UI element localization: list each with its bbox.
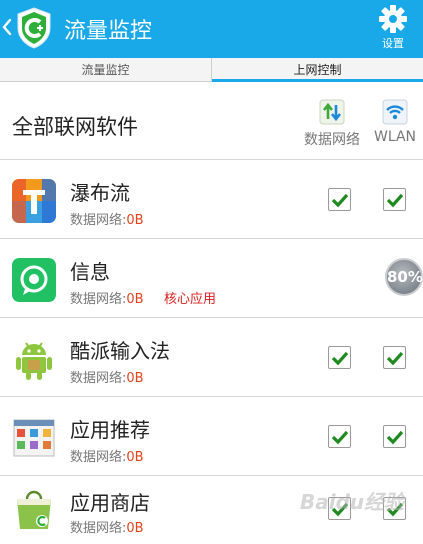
app-recommend-icon xyxy=(12,416,56,460)
app-usage: 数据网络:0B xyxy=(70,292,144,307)
checkmark-icon xyxy=(331,193,349,208)
mobile-data-icon xyxy=(319,99,345,125)
list-header-title: 全部联网软件 xyxy=(12,115,138,139)
app-name: 应用商店 xyxy=(70,491,150,515)
app-name: 信息 xyxy=(70,260,110,284)
checkmark-icon xyxy=(331,430,349,445)
core-app-tag: 核心应用 xyxy=(164,292,217,307)
wifi-icon xyxy=(382,99,408,125)
app-name: 酷派输入法 xyxy=(70,339,170,363)
app-row: 应用推荐 数据网络:0B xyxy=(0,398,423,476)
percentage-badge: 80% xyxy=(385,258,423,296)
wlan-column-header: WLAN xyxy=(363,99,423,145)
mobile-data-label: 数据网络 xyxy=(304,132,360,148)
app-row: 瀑布流 数据网络:0B xyxy=(0,161,423,239)
mobile-data-column-header: 数据网络 xyxy=(300,99,364,149)
app-row: 信息 数据网络:0B 核心应用 80% xyxy=(0,240,423,318)
android-app-icon xyxy=(12,337,56,381)
wlan-checkbox[interactable] xyxy=(383,425,406,448)
security-shield-logo-icon xyxy=(14,6,54,50)
mobile-data-checkbox[interactable] xyxy=(328,346,351,369)
app-row: 酷派输入法 数据网络:0B xyxy=(0,319,423,397)
tab-network-control[interactable]: 上网控制 xyxy=(211,58,423,82)
app-store-icon xyxy=(12,487,56,531)
tab-traffic-monitor[interactable]: 流量监控 xyxy=(0,58,211,81)
page-title: 流量监控 xyxy=(64,19,153,44)
wlan-checkbox[interactable] xyxy=(383,346,406,369)
settings-button[interactable]: 设置 xyxy=(373,4,413,54)
title-bar: 流量监控 设置 xyxy=(0,0,423,58)
checkmark-icon xyxy=(331,351,349,366)
mobile-data-checkbox[interactable] xyxy=(328,188,351,211)
checkmark-icon xyxy=(386,351,404,366)
waterfall-app-icon xyxy=(12,179,56,223)
list-header: 全部联网软件 数据网络 WLAN xyxy=(0,83,423,160)
app-usage: 数据网络:0B xyxy=(70,450,144,465)
wlan-checkbox[interactable] xyxy=(383,188,406,211)
app-usage: 数据网络:0B xyxy=(70,213,144,228)
messages-app-icon xyxy=(12,258,56,302)
wlan-label: WLAN xyxy=(373,129,416,145)
app-name: 瀑布流 xyxy=(70,181,130,205)
settings-label: 设置 xyxy=(382,37,404,50)
back-arrow-icon[interactable] xyxy=(2,12,14,42)
checkmark-icon xyxy=(386,430,404,445)
gear-icon xyxy=(379,5,407,33)
app-name: 应用推荐 xyxy=(70,418,150,442)
app-usage: 数据网络:0B xyxy=(70,521,144,536)
checkmark-icon xyxy=(386,193,404,208)
tab-bar: 流量监控 上网控制 xyxy=(0,58,423,82)
watermark: Baidu经验 xyxy=(300,490,405,514)
app-usage: 数据网络:0B xyxy=(70,371,144,386)
mobile-data-checkbox[interactable] xyxy=(328,425,351,448)
